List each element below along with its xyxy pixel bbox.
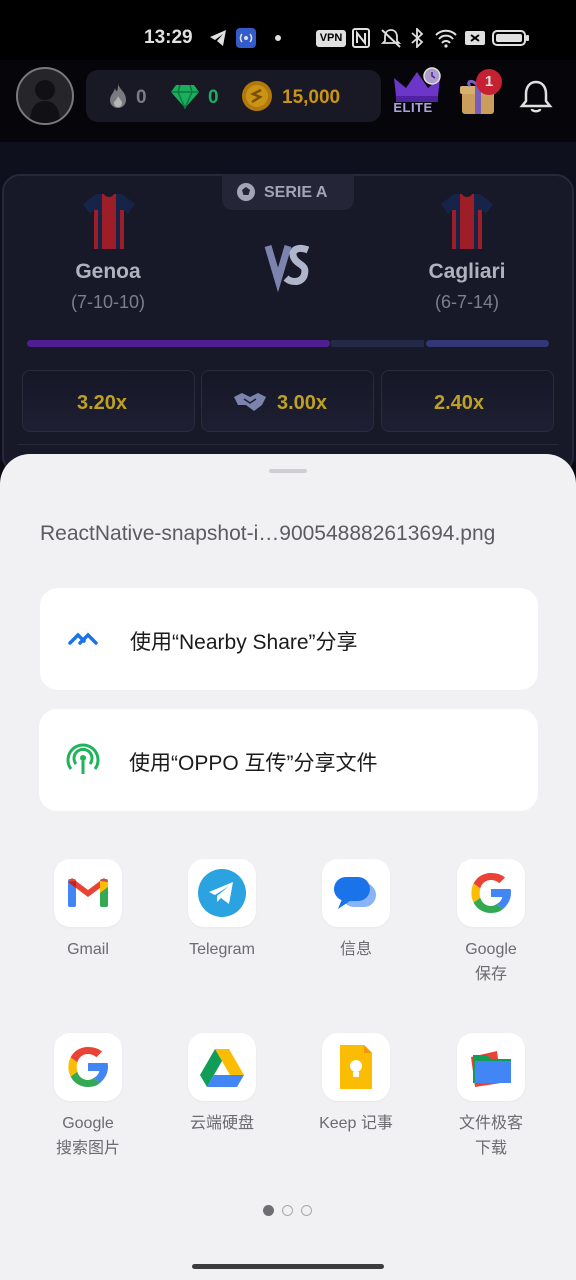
files-icon [471, 1051, 511, 1087]
messages-icon [334, 877, 376, 909]
divider [18, 444, 558, 445]
home-team-record: (7-10-10) [70, 292, 146, 312]
app-tile [188, 1033, 256, 1101]
away-odds-value: 2.40x [434, 392, 485, 414]
google-icon [471, 873, 511, 913]
app-label: 文件极客 下载 [458, 1115, 523, 1157]
telegram-notification-icon [210, 30, 226, 46]
prob-bar-home [27, 340, 330, 347]
google-drive-icon [200, 1049, 244, 1087]
app-tile [188, 859, 256, 927]
share-filename: ReactNative-snapshot-i…900548882613694.p… [40, 522, 496, 545]
oppo-share-option[interactable]: 使用“OPPO 互传”分享文件 [39, 709, 538, 811]
home-indicator[interactable] [192, 1264, 384, 1269]
fire-count: 0 [136, 87, 147, 108]
app-tile [322, 859, 390, 927]
share-sheet: ReactNative-snapshot-i…900548882613694.p… [0, 454, 576, 1280]
app-tile [457, 1033, 525, 1101]
status-bar: 13:29 VPN [0, 0, 576, 60]
app-label: Telegram [189, 941, 255, 958]
nfc-icon [352, 28, 370, 48]
away-odds-button[interactable]: 2.40x [381, 370, 554, 432]
handshake-icon [234, 393, 266, 411]
app-tile [54, 1033, 122, 1101]
user-silhouette-icon [30, 80, 60, 123]
vpn-icon: VPN [316, 30, 346, 47]
app-label: Keep 记事 [319, 1115, 393, 1132]
app-label: Google 搜索图片 [55, 1115, 120, 1157]
draw-odds-value: 3.00x [277, 392, 328, 414]
wifi-icon [435, 29, 457, 48]
away-team-name: Cagliari [428, 260, 506, 283]
app-label: 云端硬盘 [189, 1115, 254, 1132]
google-lens-icon [68, 1047, 108, 1087]
game-header: 0 0 15,000 ELITE 1 [0, 60, 576, 142]
oppo-share-icon [66, 743, 100, 774]
elite-button[interactable]: ELITE [390, 66, 444, 120]
status-time: 13:29 [144, 27, 193, 48]
app-tile [322, 1033, 390, 1101]
draw-odds-button[interactable]: 3.00x [201, 370, 374, 432]
home-team-name: Genoa [75, 260, 141, 283]
google-keep-icon [340, 1045, 372, 1089]
fire-icon [110, 84, 126, 108]
prob-bar-draw [331, 340, 424, 347]
soccer-ball-icon [237, 183, 255, 201]
broadcast-notification-icon [236, 28, 256, 48]
bell-icon [519, 80, 553, 113]
bluetooth-icon [411, 28, 424, 48]
app-tile [457, 859, 525, 927]
page-dot[interactable] [282, 1205, 293, 1216]
league-tab: SERIE A [222, 174, 354, 210]
home-jersey-icon [83, 194, 135, 249]
page-dot[interactable] [301, 1205, 312, 1216]
gem-count: 0 [208, 87, 219, 108]
avatar[interactable] [16, 67, 74, 125]
sim-icon [465, 31, 485, 45]
versus-icon [264, 244, 310, 293]
coin-icon [242, 81, 272, 111]
mute-icon [380, 29, 402, 48]
app-label: Google 保存 [465, 941, 517, 983]
bell-button[interactable] [518, 78, 556, 116]
oppo-share-label: 使用“OPPO 互传”分享文件 [129, 752, 378, 775]
prob-bar-away [426, 340, 549, 347]
elite-label: ELITE [393, 100, 433, 115]
sheet-drag-handle[interactable] [269, 469, 307, 473]
battery-icon [492, 30, 529, 46]
app-label: Gmail [67, 941, 109, 958]
page-dot-active[interactable] [263, 1205, 274, 1216]
away-jersey-icon [441, 194, 493, 249]
wallet-bar[interactable]: 0 0 15,000 [86, 70, 381, 122]
app-tile [54, 859, 122, 927]
notification-badge: 1 [476, 69, 502, 95]
app-label: 信息 [339, 941, 372, 958]
nearby-share-option[interactable]: 使用“Nearby Share”分享 [40, 588, 538, 690]
away-team-record: (6-7-14) [434, 292, 500, 312]
home-odds-value: 3.20x [77, 392, 128, 414]
telegram-icon [198, 869, 246, 917]
nearby-share-icon [68, 632, 98, 645]
gmail-icon [68, 878, 108, 907]
nearby-share-label: 使用“Nearby Share”分享 [130, 631, 358, 654]
coin-count: 15,000 [282, 87, 341, 108]
league-name: SERIE A [264, 184, 328, 201]
home-odds-button[interactable]: 3.20x [22, 370, 195, 432]
gem-icon [171, 84, 199, 109]
dot-notification-icon [275, 35, 281, 41]
page-indicator [263, 1205, 315, 1217]
